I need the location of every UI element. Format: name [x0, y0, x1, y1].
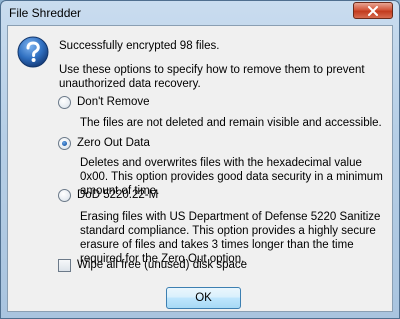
wipe-free-space-checkbox[interactable] [58, 258, 71, 272]
option-dont-remove[interactable]: Don't Remove [58, 95, 150, 109]
ok-button[interactable]: OK [166, 287, 241, 309]
radio-zero-out-data[interactable] [58, 136, 71, 150]
option-label: DoD 5220.22-M [77, 189, 159, 201]
radio-dont-remove[interactable] [58, 95, 71, 109]
option-label: Don't Remove [77, 96, 150, 108]
close-icon [367, 5, 379, 16]
title-bar[interactable]: File Shredder [1, 1, 399, 25]
instructions-text: Use these options to specify how to remo… [59, 64, 365, 90]
dialog-body: Successfully encrypted 98 files. Use the… [7, 25, 393, 312]
close-button[interactable] [353, 2, 393, 19]
question-icon [17, 36, 49, 68]
wipe-free-space-option[interactable]: Wipe all free (unused) disk space [58, 258, 247, 272]
file-shredder-dialog: File Shredder Successfully encrypted 98 … [0, 0, 400, 319]
option-label: Zero Out Data [77, 137, 150, 149]
option-description: The files are not deleted and remain vis… [80, 117, 382, 129]
window-title: File Shredder [9, 6, 82, 20]
radio-dod[interactable] [58, 188, 71, 202]
option-dod[interactable]: DoD 5220.22-M [58, 188, 158, 202]
option-zero-out-data[interactable]: Zero Out Data [58, 136, 150, 150]
wipe-free-space-label: Wipe all free (unused) disk space [77, 259, 248, 271]
success-message: Successfully encrypted 98 files. [59, 40, 220, 52]
